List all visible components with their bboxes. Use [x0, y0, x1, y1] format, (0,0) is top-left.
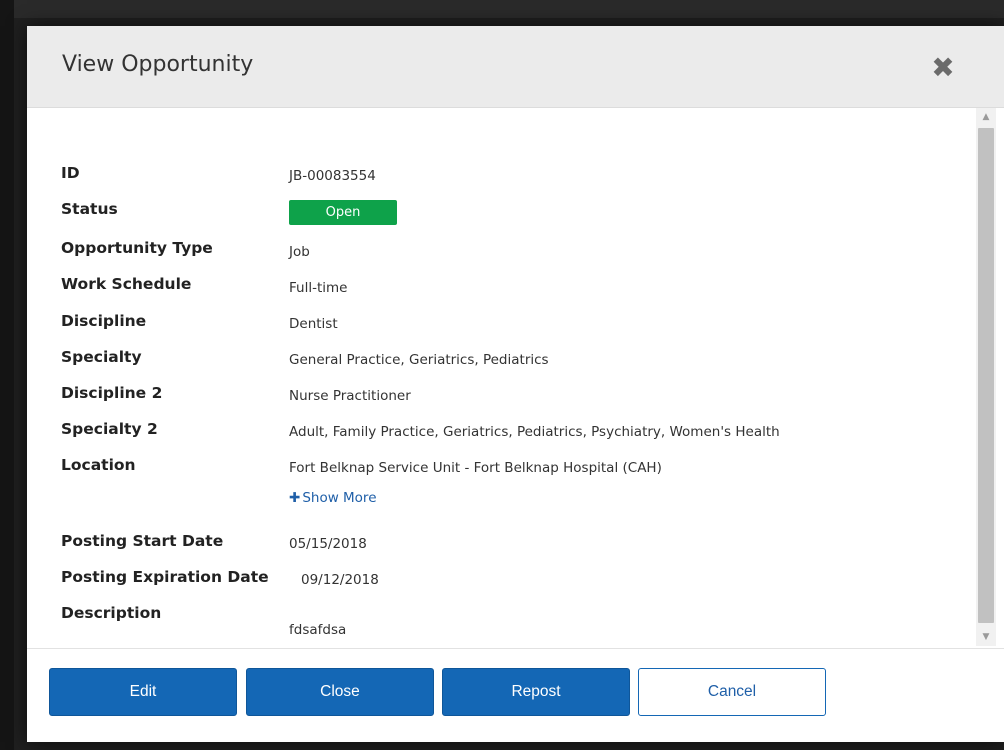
location-value: Fort Belknap Service Unit - Fort Belknap…: [289, 460, 662, 476]
show-more-link[interactable]: ✚ Show More: [289, 490, 377, 506]
view-opportunity-modal: View Opportunity ✖ ID JB-00083554 Status…: [27, 26, 1004, 742]
discipline-2-label: Discipline 2: [61, 384, 163, 402]
discipline-2-value: Nurse Practitioner: [289, 388, 411, 404]
discipline-value: Dentist: [289, 316, 338, 332]
scroll-up-arrow-icon[interactable]: ▲: [976, 108, 996, 126]
modal-header: View Opportunity ✖: [27, 26, 1004, 108]
modal-title: View Opportunity: [62, 52, 254, 77]
description-value: fdsafdsa: [289, 622, 347, 638]
opportunity-type-value: Job: [289, 244, 310, 260]
status-label: Status: [61, 200, 118, 218]
location-label: Location: [61, 456, 136, 474]
posting-start-date-value: 05/15/2018: [289, 536, 367, 552]
posting-start-date-label: Posting Start Date: [61, 532, 224, 550]
id-value: JB-00083554: [289, 168, 376, 184]
modal-body: ID JB-00083554 Status Open Opportunity T…: [27, 108, 1004, 648]
specialty-2-label: Specialty 2: [61, 420, 158, 438]
opportunity-type-label: Opportunity Type: [61, 239, 213, 257]
show-more-label: Show More: [302, 490, 377, 506]
body-scrollbar[interactable]: ▲ ▼: [976, 108, 996, 646]
repost-button[interactable]: Repost: [442, 668, 630, 716]
status-badge: Open: [289, 200, 397, 225]
work-schedule-value: Full-time: [289, 280, 348, 296]
posting-expiration-date-value: 09/12/2018: [301, 572, 379, 588]
scroll-thumb[interactable]: [978, 128, 994, 623]
cancel-button[interactable]: Cancel: [638, 668, 826, 716]
specialty-value: General Practice, Geriatrics, Pediatrics: [289, 352, 549, 368]
plus-icon: ✚: [289, 490, 301, 506]
background-app-edge: [0, 0, 14, 750]
close-icon[interactable]: ✖: [929, 54, 957, 82]
work-schedule-label: Work Schedule: [61, 275, 192, 293]
description-label: Description: [61, 604, 162, 622]
specialty-2-value: Adult, Family Practice, Geriatrics, Pedi…: [289, 424, 780, 440]
scroll-down-arrow-icon[interactable]: ▼: [976, 628, 996, 646]
close-button[interactable]: Close: [246, 668, 434, 716]
modal-footer: Edit Close Repost Cancel: [27, 648, 1004, 742]
specialty-label: Specialty: [61, 348, 142, 366]
edit-button[interactable]: Edit: [49, 668, 237, 716]
id-label: ID: [61, 164, 80, 182]
background-app-bar: [0, 0, 1004, 18]
posting-expiration-date-label: Posting Expiration Date: [61, 568, 269, 586]
discipline-label: Discipline: [61, 312, 147, 330]
